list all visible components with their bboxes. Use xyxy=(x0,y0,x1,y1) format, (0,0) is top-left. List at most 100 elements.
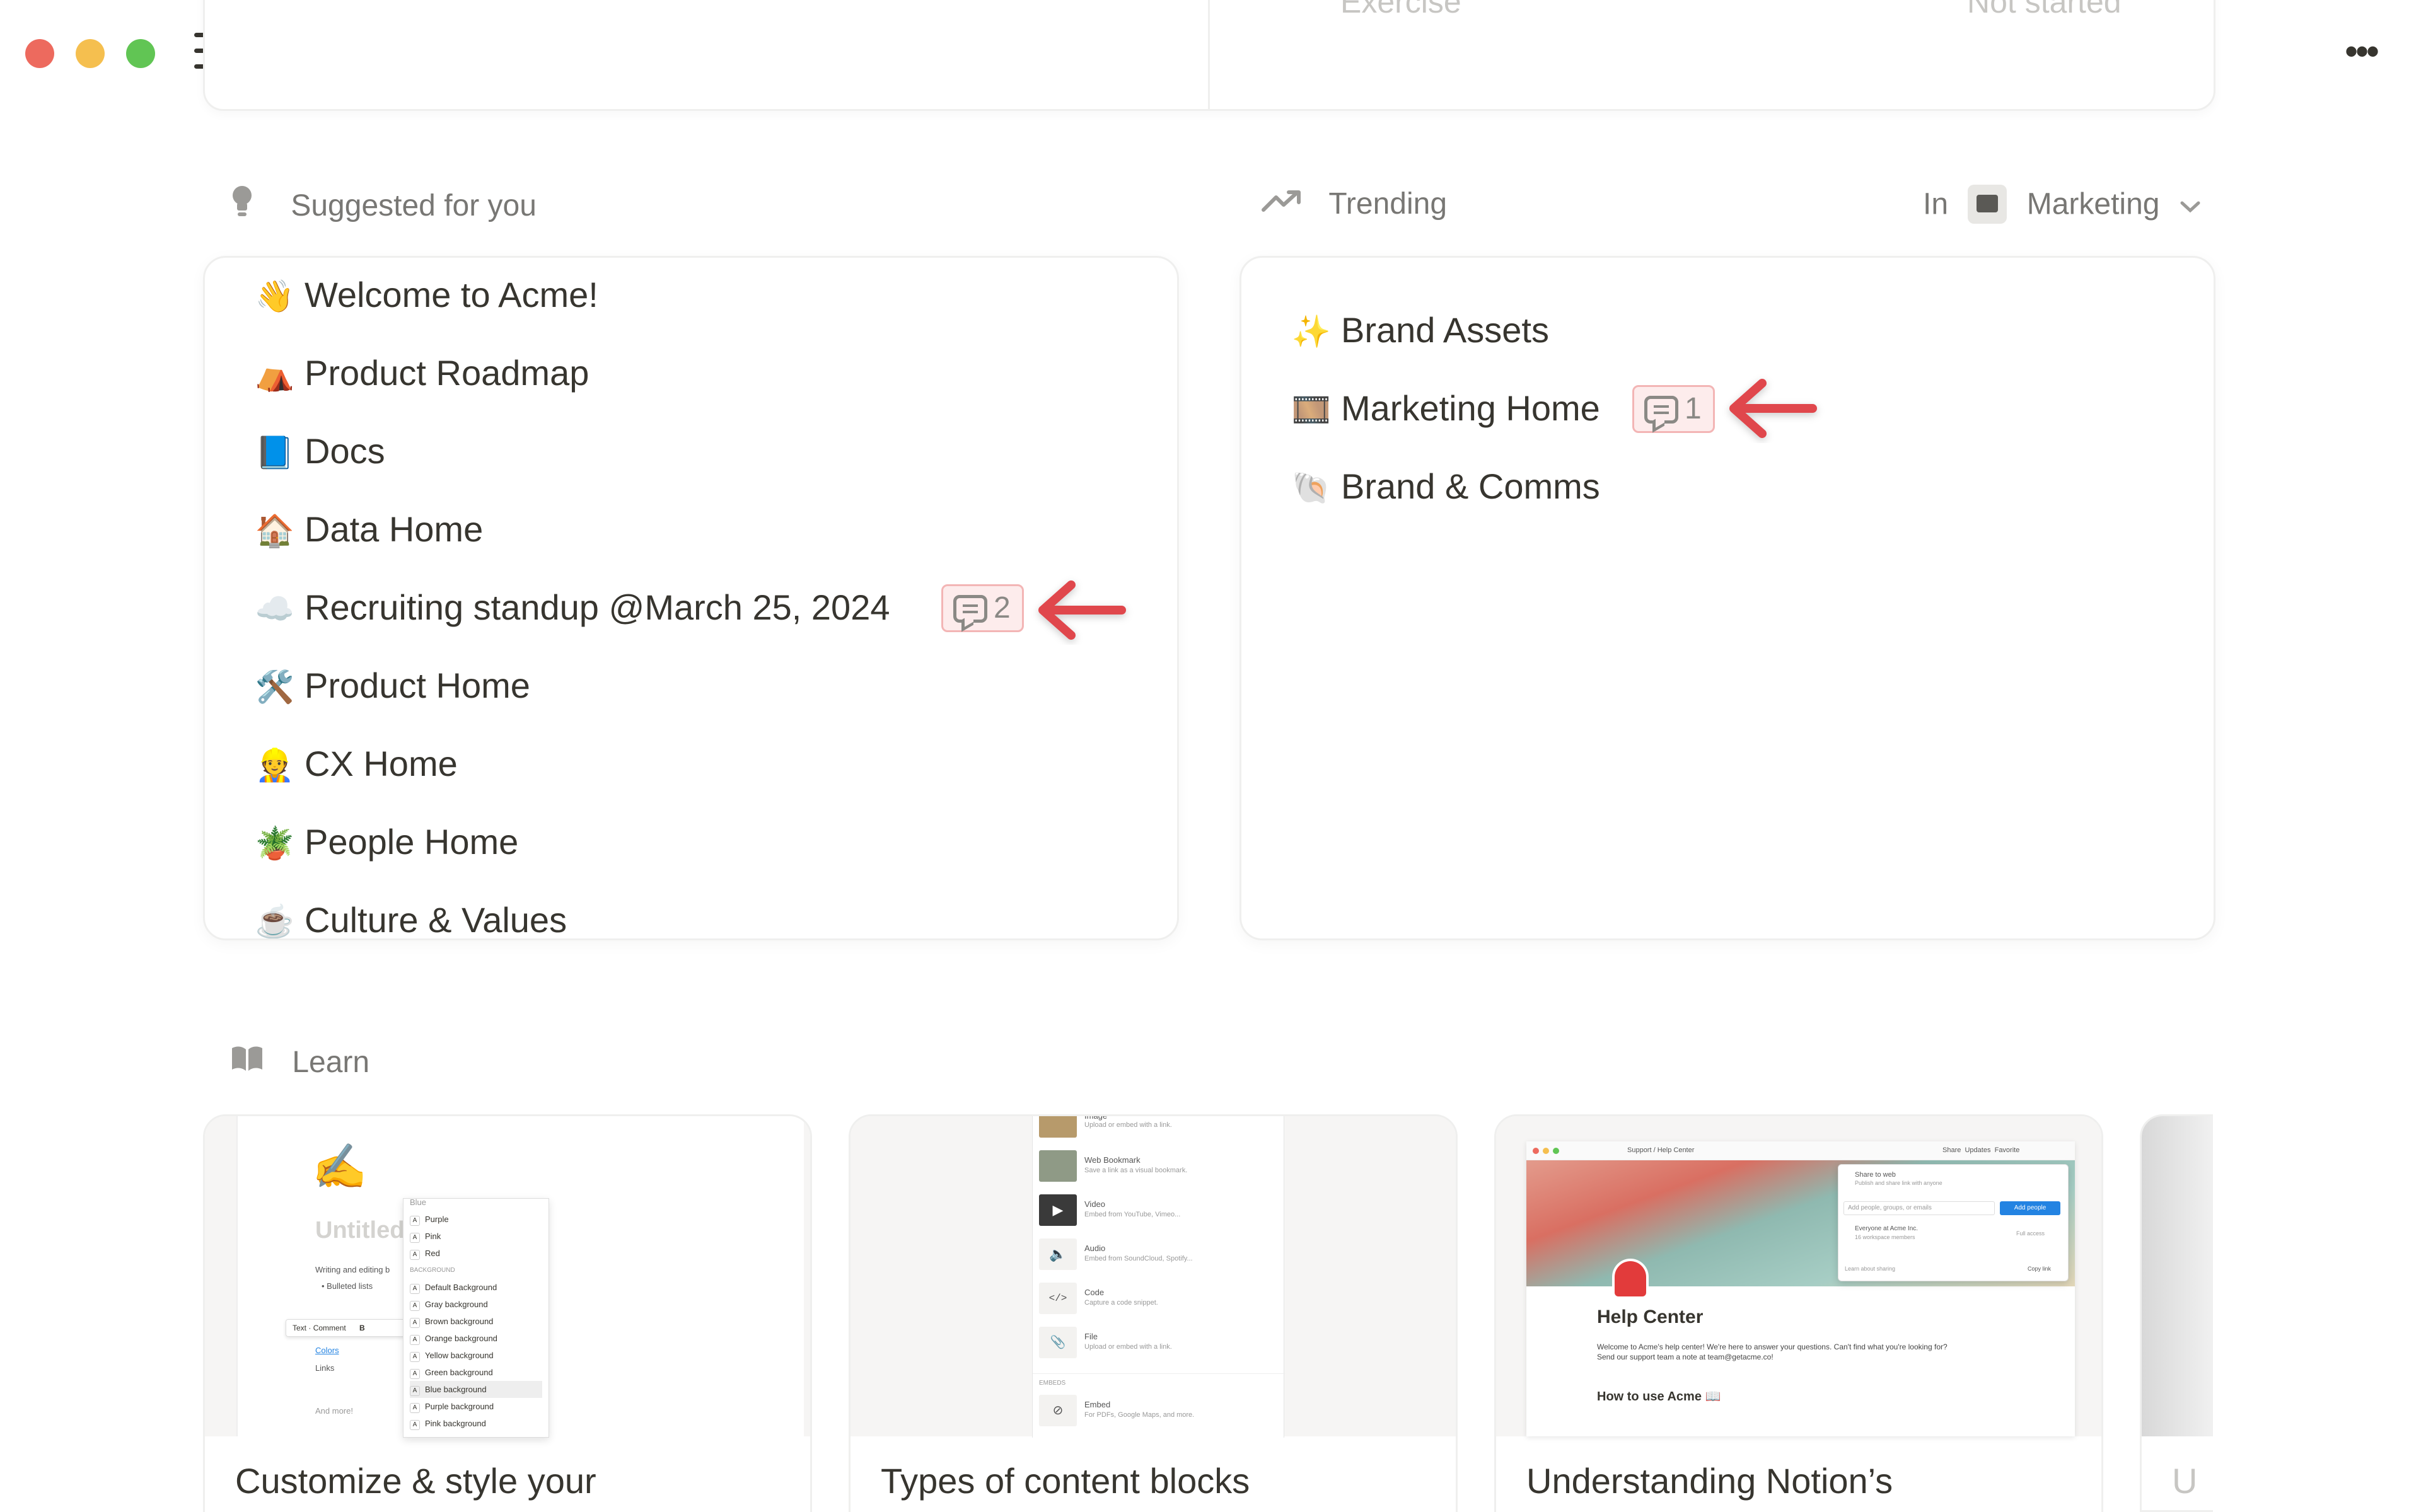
learn-card-thumbnail: Support / Help Center Share Updates Favo… xyxy=(1496,1116,2101,1436)
share-to-web: Share to web xyxy=(1855,1171,1896,1179)
full-access: Full access xyxy=(2016,1230,2045,1237)
more-options-icon[interactable]: ••• xyxy=(2345,33,2379,71)
coffee-icon: ☕ xyxy=(255,904,295,939)
speaker-icon: 🔈 xyxy=(1039,1238,1077,1270)
suggested-item-label: Welcome to Acme! xyxy=(305,275,598,315)
block-desc: Save a link as a visual bookmark. xyxy=(1084,1167,1188,1174)
suggested-item-label: CX Home xyxy=(305,744,458,783)
suggested-item-label: Product Home xyxy=(305,666,530,705)
embeds-section: EMBEDS xyxy=(1039,1380,1066,1387)
filter-prefix: In xyxy=(1923,187,1949,221)
suggested-item-product-home[interactable]: 🛠️ Product Home xyxy=(253,664,530,709)
block-desc: Embed from YouTube, Vimeo... xyxy=(1084,1211,1181,1218)
suggested-item-docs[interactable]: 📘 Docs xyxy=(253,429,385,475)
suggested-item-culture-values[interactable]: ☕ Culture & Values xyxy=(253,898,567,940)
copy-link: Copy link xyxy=(2028,1266,2052,1272)
trending-item-label: Brand & Comms xyxy=(1341,466,1600,506)
suggested-item-people-home[interactable]: 🪴 People Home xyxy=(253,820,518,865)
suggested-header-label: Suggested for you xyxy=(291,188,537,222)
suggested-item-cx-home[interactable]: 👷 CX Home xyxy=(253,742,458,787)
zoom-window-button[interactable] xyxy=(126,39,155,68)
paperclip-icon: 📎 xyxy=(1039,1327,1077,1358)
suggested-item-product-roadmap[interactable]: ⛺ Product Roadmap xyxy=(253,351,589,396)
thumb-bullet: • Bulleted lists xyxy=(322,1281,373,1291)
comment-count: 1 xyxy=(1685,392,1702,425)
thumb-heading: Untitled xyxy=(315,1217,405,1244)
color-menu: Blue A Purple A Pink A Red BACKGROUND A Defa… xyxy=(403,1198,549,1438)
learn-card-customize[interactable]: ✍️ Untitled Writing and editing b • Bull… xyxy=(203,1114,812,1512)
mini-topbar-actions: Share Updates Favorite xyxy=(1942,1146,2020,1154)
block-desc: Upload or embed with a link. xyxy=(1084,1121,1172,1129)
trending-item-brand-assets[interactable]: ✨ Brand Assets xyxy=(1289,308,1549,354)
suggested-item-data-home[interactable]: 🏠 Data Home xyxy=(253,507,483,553)
everyone-label: Everyone at Acme Inc. xyxy=(1855,1225,1919,1232)
siren-icon xyxy=(1615,1261,1646,1296)
tools-icon: 🛠️ xyxy=(255,669,295,705)
learn-sharing: Learn about sharing xyxy=(1845,1266,1896,1272)
share-web-desc: Publish and share link with anyone xyxy=(1855,1180,1942,1186)
learn-header: Learn xyxy=(229,1042,369,1082)
comment-count: 2 xyxy=(994,591,1011,625)
suggested-item-label: Recruiting standup @March 25, 2024 xyxy=(305,587,890,627)
thumb-colors: Colors xyxy=(315,1346,339,1355)
learn-card-title: U xyxy=(2172,1461,2198,1501)
trending-item-label: Brand Assets xyxy=(1341,310,1549,350)
suggested-item-label: Data Home xyxy=(305,509,484,549)
learn-card-title: Customize & style your xyxy=(235,1461,596,1501)
add-people-button: Add people xyxy=(2000,1201,2060,1215)
minimize-window-button[interactable] xyxy=(76,39,105,68)
share-popover: Share to web Publish and share link with… xyxy=(1838,1164,2069,1281)
red-arrow-pointer xyxy=(1038,580,1126,640)
tent-icon: ⛺ xyxy=(255,357,295,392)
comment-count-badge[interactable]: 1 xyxy=(1632,385,1715,433)
code-icon: </> xyxy=(1039,1283,1077,1314)
block-name: Code xyxy=(1084,1288,1105,1297)
suggested-item-label: Docs xyxy=(305,431,385,471)
block-name: Image xyxy=(1084,1114,1108,1121)
teamspace-icon xyxy=(1968,185,2007,224)
how-to-use-heading: How to use Acme 📖 xyxy=(1597,1390,1721,1404)
trending-card: ✨ Brand Assets 🎞️ Marketing Home 1 🐚 Brand … xyxy=(1240,256,2215,940)
suggested-item-label: Culture & Values xyxy=(305,900,567,940)
bookmark-thumb xyxy=(1039,1150,1077,1182)
mini-window: Support / Help Center Share Updates Favo… xyxy=(1526,1141,2075,1436)
suggested-item-label: Product Roadmap xyxy=(305,353,589,393)
teamspace-filter[interactable]: In Marketing xyxy=(1923,184,2201,224)
learn-card-title: Types of content blocks xyxy=(881,1461,1250,1501)
block-name: Video xyxy=(1084,1199,1106,1209)
comment-count-badge[interactable]: 2 xyxy=(941,584,1024,632)
learn-card-thumbnail: Image Upload or embed with a link. Web B… xyxy=(851,1114,1456,1438)
image-thumb xyxy=(1039,1116,1077,1138)
learn-card-content-blocks[interactable]: Image Upload or embed with a link. Web B… xyxy=(849,1114,1458,1512)
house-icon: 🏠 xyxy=(255,513,295,548)
suggested-card: 👋 Welcome to Acme! ⛺ Product Roadmap 📘 Docs… xyxy=(203,256,1179,940)
learn-card-sharing[interactable]: Support / Help Center Share Updates Favo… xyxy=(1494,1114,2103,1512)
suggested-item-label: People Home xyxy=(305,822,519,862)
lightbulb-icon xyxy=(229,184,261,228)
block-name: Audio xyxy=(1084,1244,1106,1253)
potted-plant-icon: 🪴 xyxy=(255,826,295,861)
add-people-input: Add people, groups, or emails xyxy=(1843,1201,1995,1215)
trending-item-brand-comms[interactable]: 🐚 Brand & Comms xyxy=(1289,465,1600,510)
block-menu: Image Upload or embed with a link. Web B… xyxy=(1032,1114,1285,1438)
block-desc: For PDFs, Google Maps, and more. xyxy=(1084,1411,1195,1419)
book-icon: 📘 xyxy=(255,435,295,470)
task-name: Exercise xyxy=(1340,0,1461,20)
learn-card-partial[interactable]: U xyxy=(2140,1114,2213,1512)
trending-header: Trending xyxy=(1261,184,1447,223)
suggested-header: Suggested for you xyxy=(229,184,537,228)
trending-item-marketing-home[interactable]: 🎞️ Marketing Home xyxy=(1289,386,1600,432)
suggested-item-welcome[interactable]: 👋 Welcome to Acme! xyxy=(253,273,598,318)
close-window-button[interactable] xyxy=(25,39,54,68)
block-name: Web Bookmark xyxy=(1084,1155,1141,1165)
help-center-body: Welcome to Acme's help center! We're her… xyxy=(1597,1342,1948,1361)
top-card-divider xyxy=(1208,0,1210,111)
help-center-title: Help Center xyxy=(1597,1307,1704,1327)
embed-icon: ⊘ xyxy=(1039,1395,1077,1426)
trending-header-label: Trending xyxy=(1328,187,1448,221)
shell-icon: 🐚 xyxy=(1291,470,1332,505)
suggested-item-recruiting-standup[interactable]: ☁️ Recruiting standup @March 25, 2024 xyxy=(253,586,890,631)
video-play-icon: ▶ xyxy=(1039,1194,1077,1226)
comment-icon xyxy=(953,595,987,623)
open-book-icon xyxy=(229,1044,265,1082)
